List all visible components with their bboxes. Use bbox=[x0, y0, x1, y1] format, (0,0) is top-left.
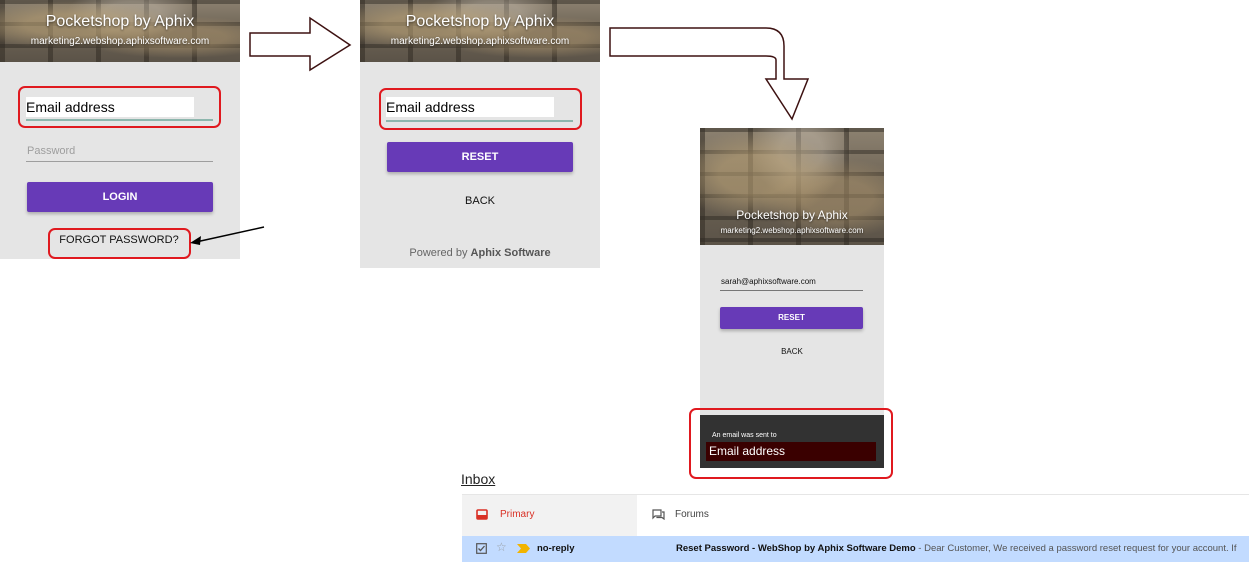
reset-button[interactable]: RESET bbox=[387, 142, 573, 172]
app-title: Pocketshop by Aphix bbox=[736, 208, 848, 222]
importance-marker-icon[interactable] bbox=[517, 544, 530, 553]
tab-label: Forums bbox=[675, 509, 709, 520]
password-underline bbox=[26, 161, 213, 162]
snackbar-highlight bbox=[689, 408, 893, 479]
email-row[interactable]: ☆ no-reply Reset Password - WebShop by A… bbox=[462, 536, 1249, 562]
email-highlight bbox=[379, 88, 582, 130]
tab-primary[interactable]: Primary bbox=[476, 509, 534, 520]
inbox-heading: Inbox bbox=[461, 471, 496, 487]
app-subtitle: marketing2.webshop.aphixsoftware.com bbox=[30, 36, 210, 47]
pointer-arrow-icon bbox=[190, 226, 265, 245]
tab-forums[interactable]: Forums bbox=[652, 509, 709, 520]
checkbox-checked-icon[interactable] bbox=[476, 543, 487, 554]
login-banner: Pocketshop by Aphix marketing2.webshop.a… bbox=[0, 0, 240, 62]
email-subject: Reset Password - WebShop by Aphix Softwa… bbox=[676, 543, 916, 554]
app-title: Pocketshop by Aphix bbox=[45, 13, 195, 30]
back-button[interactable]: BACK bbox=[770, 347, 814, 356]
app-title: Pocketshop by Aphix bbox=[405, 13, 555, 30]
inbox-tabs: Primary Forums bbox=[462, 494, 1249, 539]
email-highlight bbox=[18, 86, 221, 128]
inbox-icon bbox=[476, 509, 488, 520]
email-underline bbox=[720, 290, 863, 291]
sent-banner: Pocketshop by Aphix marketing2.webshop.a… bbox=[700, 128, 884, 245]
powered-brand: Aphix Software bbox=[470, 247, 551, 259]
app-subtitle: marketing2.webshop.aphixsoftware.com bbox=[390, 36, 570, 47]
email-preview: Reset Password - WebShop by Aphix Softwa… bbox=[676, 543, 1249, 554]
forgot-highlight bbox=[48, 228, 191, 259]
back-button[interactable]: BACK bbox=[450, 195, 510, 207]
tab-label: Primary bbox=[500, 509, 535, 520]
password-field[interactable]: Password bbox=[27, 145, 75, 157]
reset-button[interactable]: RESET bbox=[720, 307, 863, 329]
powered-by: Powered by Aphix Software bbox=[360, 247, 600, 259]
email-sender: no-reply bbox=[537, 543, 575, 554]
powered-prefix: Powered by bbox=[409, 247, 471, 259]
login-button[interactable]: LOGIN bbox=[27, 182, 213, 212]
email-field[interactable]: sarah@aphixsoftware.com bbox=[721, 277, 816, 286]
email-snippet: - Dear Customer, We received a password … bbox=[915, 543, 1237, 554]
reset-banner: Pocketshop by Aphix marketing2.webshop.a… bbox=[360, 0, 600, 62]
forum-icon bbox=[652, 509, 665, 520]
flow-arrow-down-icon bbox=[609, 27, 810, 121]
star-icon[interactable]: ☆ bbox=[496, 540, 507, 554]
flow-arrow-right-icon bbox=[249, 16, 352, 72]
app-subtitle: marketing2.webshop.aphixsoftware.com bbox=[720, 226, 864, 235]
